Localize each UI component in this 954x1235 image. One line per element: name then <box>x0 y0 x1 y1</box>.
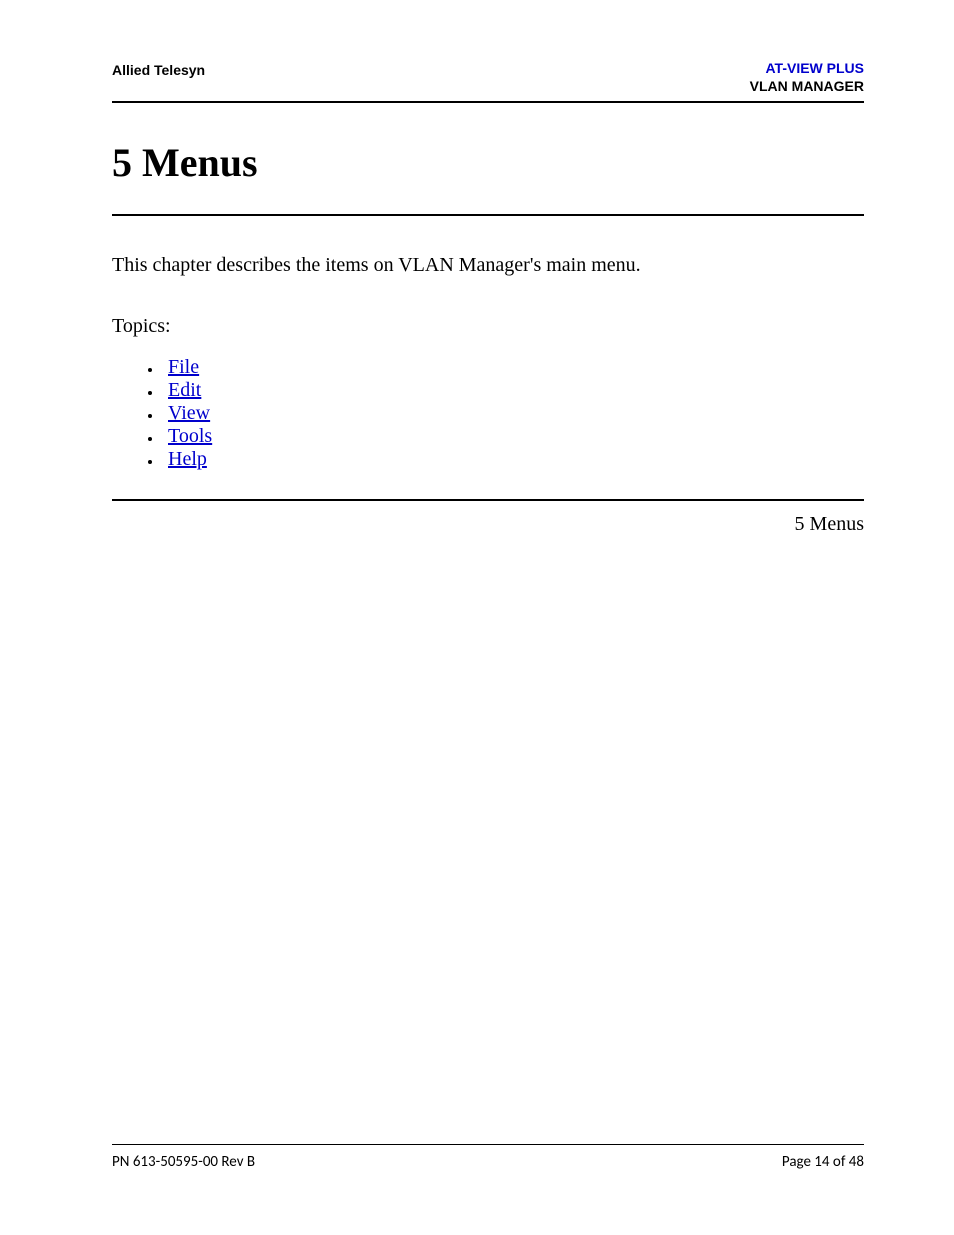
section-footer-label: 5 Menus <box>112 513 864 536</box>
page-header: Allied Telesyn AT-VIEW PLUS VLAN MANAGER <box>112 60 864 103</box>
header-company: Allied Telesyn <box>112 60 205 78</box>
topic-link-edit[interactable]: Edit <box>168 379 201 401</box>
topic-link-tools[interactable]: Tools <box>168 425 212 447</box>
chapter-title: 5 Menus <box>112 139 864 186</box>
list-item: Help <box>162 448 864 471</box>
footer-page-number: Page 14 of 48 <box>782 1153 864 1171</box>
topic-link-help[interactable]: Help <box>168 448 207 470</box>
list-item: File <box>162 356 864 379</box>
header-product-line1: AT-VIEW PLUS <box>750 60 864 78</box>
list-item: View <box>162 402 864 425</box>
list-item: Edit <box>162 379 864 402</box>
topic-link-file[interactable]: File <box>168 356 199 378</box>
intro-paragraph: This chapter describes the items on VLAN… <box>112 252 864 279</box>
footer-part-number: PN 613-50595-00 Rev B <box>112 1153 255 1171</box>
list-item: Tools <box>162 425 864 448</box>
page-footer: PN 613-50595-00 Rev B Page 14 of 48 <box>112 1144 864 1171</box>
header-product-line2: VLAN MANAGER <box>750 78 864 96</box>
topics-list: File Edit View Tools Help <box>112 356 864 471</box>
topic-link-view[interactable]: View <box>168 402 210 424</box>
header-product: AT-VIEW PLUS VLAN MANAGER <box>750 60 864 95</box>
horizontal-rule-bottom <box>112 499 864 501</box>
horizontal-rule-top <box>112 214 864 216</box>
topics-label: Topics: <box>112 315 864 338</box>
document-page: Allied Telesyn AT-VIEW PLUS VLAN MANAGER… <box>0 0 954 1235</box>
